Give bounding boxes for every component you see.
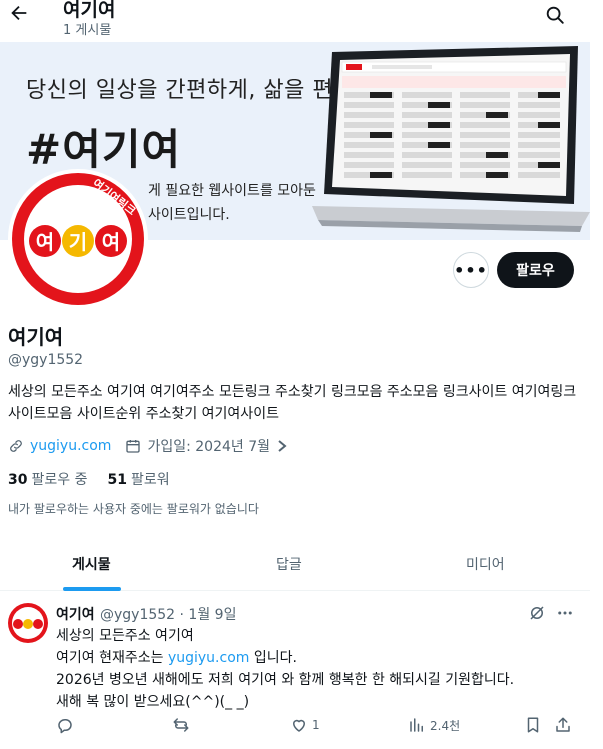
tab-media[interactable]: 미디어 <box>466 554 505 574</box>
tweet-handle-date[interactable]: @ygy1552 · 1월 9일 <box>100 604 236 624</box>
more-options-button[interactable]: ••• <box>453 252 489 288</box>
chevron-right-icon[interactable] <box>276 439 288 453</box>
logo-icon: 여 기 여 여기여링크 <box>12 173 144 305</box>
banner-hashtag: #여기여 <box>26 125 182 174</box>
banner-line-1: 게 필요한 웹사이트를 모아둔 <box>148 183 316 199</box>
tweet-author-name[interactable]: 여기여 <box>56 604 95 624</box>
svg-text:기: 기 <box>69 230 87 254</box>
laptop-illustration <box>312 46 590 232</box>
tweet-more-icon[interactable] <box>556 604 574 622</box>
post-count: 1 게시물 <box>63 23 112 38</box>
share-button[interactable] <box>554 716 572 734</box>
heart-icon <box>293 719 305 732</box>
analytics-icon <box>410 718 423 732</box>
bookmark-button[interactable] <box>524 716 542 734</box>
following-link[interactable]: 30 팔로우 중 <box>8 469 87 489</box>
view-count: 2.4천 <box>430 718 461 733</box>
profile-bio: 세상의 모든주소 여기여 여기여주소 모든링크 주소찾기 링크모음 주소모음 링… <box>8 384 577 422</box>
reply-icon <box>58 719 72 734</box>
tweet-avatar[interactable] <box>8 603 48 643</box>
tweet-line-4: 새해 복 많이 받으세요(^^)(_ _) <box>56 694 250 710</box>
share-icon <box>556 717 570 732</box>
tweet-line-3: 2026년 병오년 새해에도 저희 여기여 와 함께 행복한 한 해되시길 기원… <box>56 672 515 688</box>
followers-you-know: 내가 팔로우하는 사용자 중에는 팔로워가 없습니다 <box>8 502 259 516</box>
tweet-text: 세상의 모든주소 여기여 여기여 현재주소는 yugiyu.com 입니다. 2… <box>56 625 514 713</box>
tweet-link[interactable]: yugiyu.com <box>168 650 249 666</box>
profile-name: 여기여 <box>8 325 64 349</box>
repost-button[interactable] <box>172 716 190 734</box>
profile-avatar[interactable]: 여 기 여 여기여링크 <box>8 169 148 309</box>
tweet-line-2: 여기여 현재주소는 yugiyu.com 입니다. <box>56 650 297 666</box>
like-button[interactable]: 1 <box>290 716 320 734</box>
svg-text:여: 여 <box>36 230 54 254</box>
views-button[interactable]: 2.4천 <box>408 716 460 734</box>
calendar-icon <box>126 440 141 453</box>
followers-link[interactable]: 51 팔로워 <box>107 469 169 489</box>
grok-icon[interactable] <box>528 604 546 622</box>
banner-line-2: 사이트입니다. <box>148 207 230 223</box>
tweet-actions: 1 2.4천 <box>56 716 576 738</box>
link-icon <box>10 440 22 452</box>
tab-posts[interactable]: 게시물 <box>72 554 111 574</box>
profile-meta: yugiyu.com 가입일: 2024년 7월 <box>8 435 288 457</box>
joined-date: 가입일: 2024년 7월 <box>147 439 271 455</box>
profile-handle: @ygy1552 <box>8 352 84 368</box>
svg-text:여: 여 <box>102 230 120 254</box>
profile-tabs: 게시물 답글 미디어 <box>0 539 590 591</box>
reply-button[interactable] <box>56 716 74 734</box>
arrow-left-icon[interactable] <box>8 2 30 24</box>
website-link[interactable]: yugiyu.com <box>30 438 111 454</box>
search-icon[interactable] <box>544 4 566 26</box>
tweet-line-1: 세상의 모든주소 여기여 <box>56 628 194 644</box>
follow-button[interactable]: 팔로우 <box>497 252 574 288</box>
bookmark-icon <box>527 717 539 733</box>
repost-icon <box>173 718 189 732</box>
tab-replies[interactable]: 답글 <box>276 554 302 574</box>
active-tab-indicator <box>63 587 121 591</box>
like-count: 1 <box>312 718 320 732</box>
top-bar: 여기여 1 게시물 <box>0 0 590 42</box>
follow-stats: 30 팔로우 중 51 팔로워 <box>8 469 170 489</box>
